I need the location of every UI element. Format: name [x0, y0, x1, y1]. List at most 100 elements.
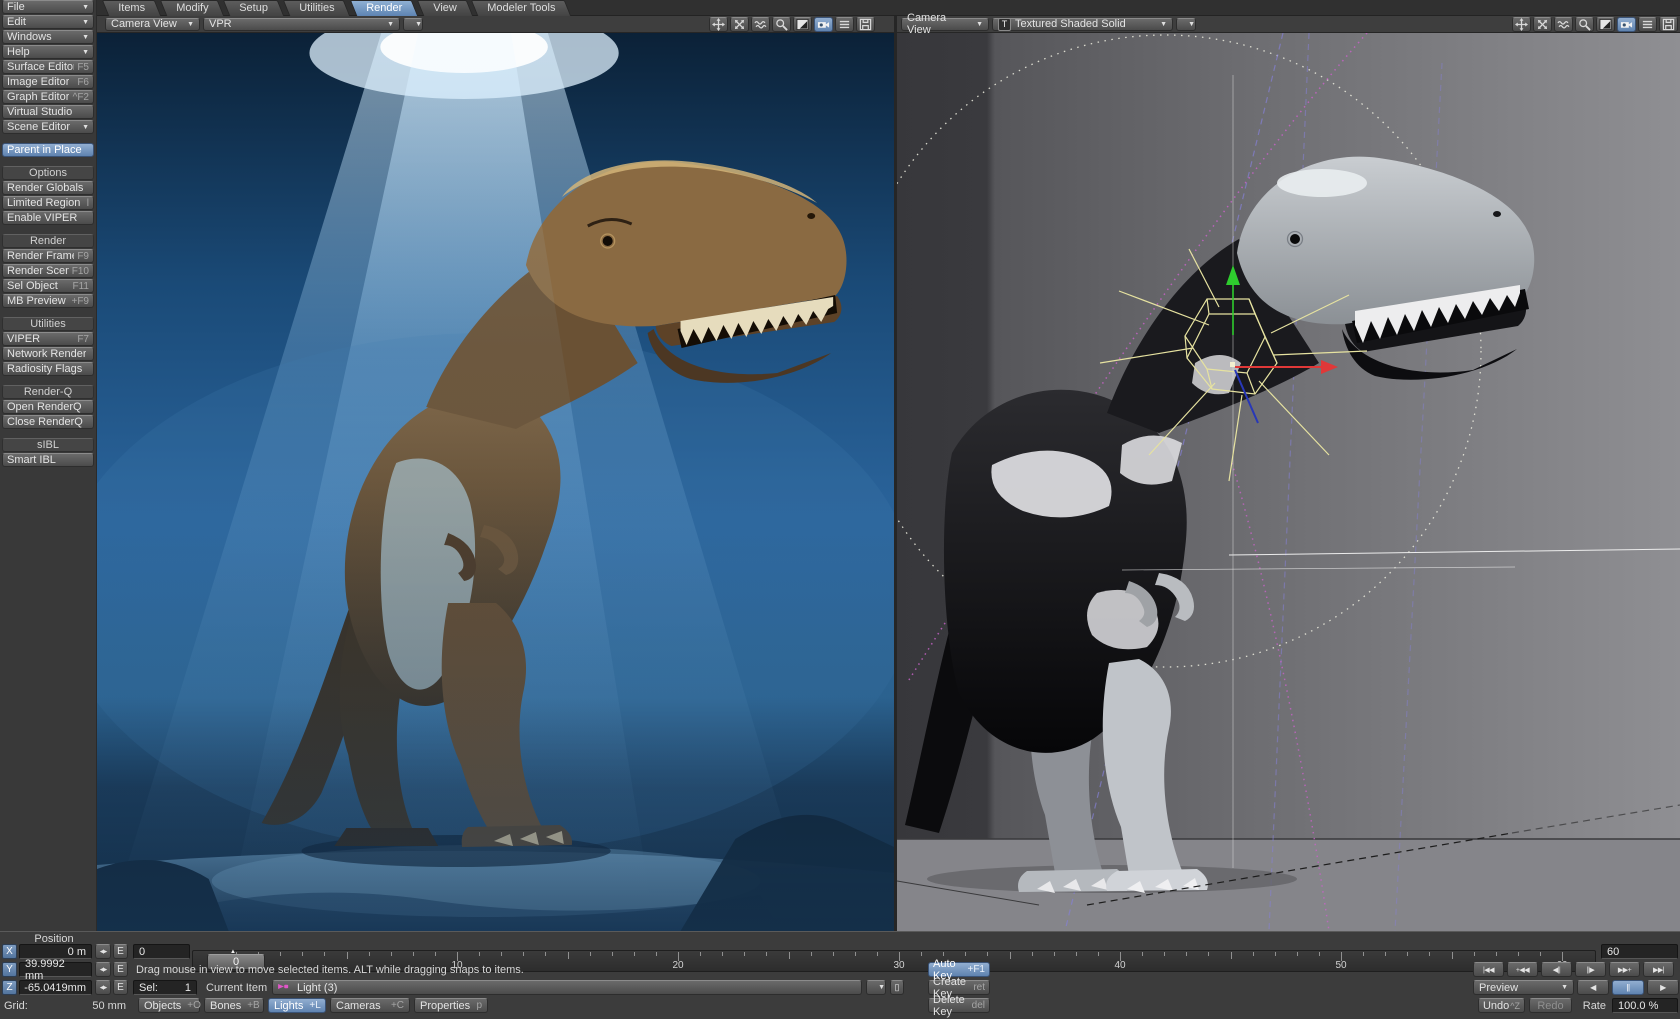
sidebar-item-limited-region[interactable]: Limited Regionl [2, 196, 94, 210]
sidebar-item-render-globals[interactable]: Render Globals [2, 181, 94, 195]
sidebar-item-surface-editor[interactable]: Surface EditorF5 [2, 60, 94, 74]
left-viewport-header: Camera View ▼ VPR ▼ ▼ [97, 16, 894, 33]
camera-icon[interactable] [814, 17, 833, 32]
sidebar-item-network-render[interactable]: Network Render [2, 347, 94, 361]
step-forward-button[interactable]: ||▶ [1575, 962, 1606, 977]
fit-icon[interactable] [793, 17, 812, 32]
tab-utilities[interactable]: Utilities [283, 0, 351, 16]
tab-modeler-tools[interactable]: Modeler Tools [471, 0, 572, 16]
sidebar-item-sel-object[interactable]: Sel ObjectF11 [2, 279, 94, 293]
prev-keyframe-button[interactable]: +◀◀ [1507, 962, 1538, 977]
sidebar-item-render-scene[interactable]: Render SceneF10 [2, 264, 94, 278]
pan-icon[interactable] [1554, 17, 1573, 32]
tab-items[interactable]: Items [102, 0, 161, 16]
position-z-field[interactable]: -65.0419mm [19, 980, 92, 995]
axis-z-badge[interactable]: Z [2, 980, 17, 995]
right-view-mode-dropdown[interactable]: Camera View ▼ [901, 18, 989, 31]
mode-objects-button[interactable]: Objects+O [138, 998, 200, 1013]
nudge-icon[interactable]: ◀▶ [95, 944, 111, 959]
frame-field[interactable]: 0 [133, 944, 190, 959]
menu-help[interactable]: Help▼ [2, 45, 94, 59]
zoom-icon[interactable] [1575, 17, 1594, 32]
right-viewport-options-dropdown[interactable]: ▼ [1176, 18, 1196, 31]
axis-x-badge[interactable]: X [2, 944, 17, 959]
play-reverse-button[interactable]: ◀ [1577, 980, 1609, 995]
sidebar-gap [0, 377, 96, 385]
layout-icon[interactable] [856, 17, 875, 32]
sidebar-item-graph-editor[interactable]: Graph Editor^F2 [2, 90, 94, 104]
mode-properties-button[interactable]: Propertiesp [414, 998, 488, 1013]
selection-count-field[interactable]: Sel: 1 [133, 980, 197, 995]
play-forward-button[interactable]: ▶ [1647, 980, 1679, 995]
ruler-tick [1253, 952, 1254, 956]
grid-label: Grid: [4, 998, 28, 1014]
pan-icon[interactable] [751, 17, 770, 32]
mode-lights-button[interactable]: Lights+L [268, 998, 326, 1013]
right-render-mode-dropdown[interactable]: T Textured Shaded Solid ▼ [992, 18, 1173, 31]
sidebar-item-image-editor[interactable]: Image EditorF6 [2, 75, 94, 89]
label: Enable VIPER [7, 212, 77, 224]
ruler-tick [1076, 952, 1077, 956]
mode-cameras-button[interactable]: Cameras+C [330, 998, 410, 1013]
nudge-icon[interactable]: ◀▶ [95, 962, 111, 977]
menu-windows[interactable]: Windows▼ [2, 30, 94, 44]
tab-render[interactable]: Render [349, 0, 418, 16]
end-frame-field[interactable]: 60 [1601, 944, 1678, 959]
zoom-icon[interactable] [772, 17, 791, 32]
sidebar-item-enable-viper[interactable]: Enable VIPER [2, 211, 94, 225]
sidebar-item-viper[interactable]: VIPERF7 [2, 332, 94, 346]
envelope-x-button[interactable]: E [113, 944, 128, 959]
tab-modify[interactable]: Modify [160, 0, 225, 16]
item-list-dropdown[interactable]: ▼ [866, 980, 886, 995]
sidebar-item-virtual-studio[interactable]: Virtual Studio [2, 105, 94, 119]
go-to-end-button[interactable]: ▶▶| [1643, 962, 1674, 977]
rate-field[interactable]: 100.0 % [1612, 998, 1678, 1013]
left-viewport-options-dropdown[interactable]: ▼ [403, 18, 423, 31]
sidebar-item-parent-in-place[interactable]: Parent in Place [2, 143, 94, 157]
tab-view[interactable]: View [416, 0, 472, 16]
sidebar-item-smart-ibl[interactable]: Smart IBL [2, 453, 94, 467]
ruler-tick [700, 952, 701, 956]
sidebar-item-open-renderq[interactable]: Open RenderQ [2, 400, 94, 414]
current-item-dropdown[interactable]: Light (3) [272, 980, 862, 995]
left-view-mode-dropdown[interactable]: Camera View ▼ [105, 18, 200, 31]
sidebar-item-render-frame[interactable]: Render FrameF9 [2, 249, 94, 263]
list-icon[interactable] [1638, 17, 1657, 32]
redo-button[interactable]: Redo [1529, 998, 1572, 1013]
mode-bones-button[interactable]: Bones+B [204, 998, 264, 1013]
rate-label: Rate [1578, 998, 1606, 1014]
sidebar-item-mb-preview[interactable]: MB Preview+F9 [2, 294, 94, 308]
position-y-field[interactable]: 39.9992 mm [19, 962, 92, 977]
envelope-y-button[interactable]: E [113, 962, 128, 977]
camera-icon[interactable] [1617, 17, 1636, 32]
tab-setup[interactable]: Setup [223, 0, 284, 16]
step-back-button[interactable]: ◀|| [1541, 962, 1572, 977]
sidebar-item-close-renderq[interactable]: Close RenderQ [2, 415, 94, 429]
delete-key-button[interactable]: Delete Key del [928, 998, 990, 1013]
menu-edit[interactable]: Edit▼ [2, 15, 94, 29]
move-icon[interactable] [1512, 17, 1531, 32]
label: Windows [7, 31, 52, 43]
rotate-icon[interactable] [1533, 17, 1552, 32]
sidebar-item-radiosity-flags[interactable]: Radiosity Flags [2, 362, 94, 376]
right-viewport[interactable] [897, 33, 1680, 931]
left-render-mode-dropdown[interactable]: VPR ▼ [203, 18, 400, 31]
pause-button[interactable]: || [1612, 980, 1644, 995]
list-icon[interactable] [835, 17, 854, 32]
left-viewport[interactable] [97, 33, 894, 931]
menu-file[interactable]: File▼ [2, 0, 94, 14]
undo-button[interactable]: Undo ^Z [1478, 998, 1525, 1013]
fit-icon[interactable] [1596, 17, 1615, 32]
item-panel-toggle[interactable]: ▯ [890, 980, 904, 995]
axis-y-badge[interactable]: Y [2, 962, 17, 977]
rotate-icon[interactable] [730, 17, 749, 32]
preview-dropdown[interactable]: Preview ▼ [1473, 980, 1574, 995]
menu-scene-editor[interactable]: Scene Editor▼ [2, 120, 94, 134]
move-icon[interactable] [709, 17, 728, 32]
next-keyframe-button[interactable]: ▶▶+ [1609, 962, 1640, 977]
layout-icon[interactable] [1659, 17, 1678, 32]
go-to-start-button[interactable]: |◀◀ [1473, 962, 1504, 977]
label: Lights [274, 1000, 303, 1012]
envelope-z-button[interactable]: E [113, 980, 128, 995]
nudge-icon[interactable]: ◀▶ [95, 980, 111, 995]
